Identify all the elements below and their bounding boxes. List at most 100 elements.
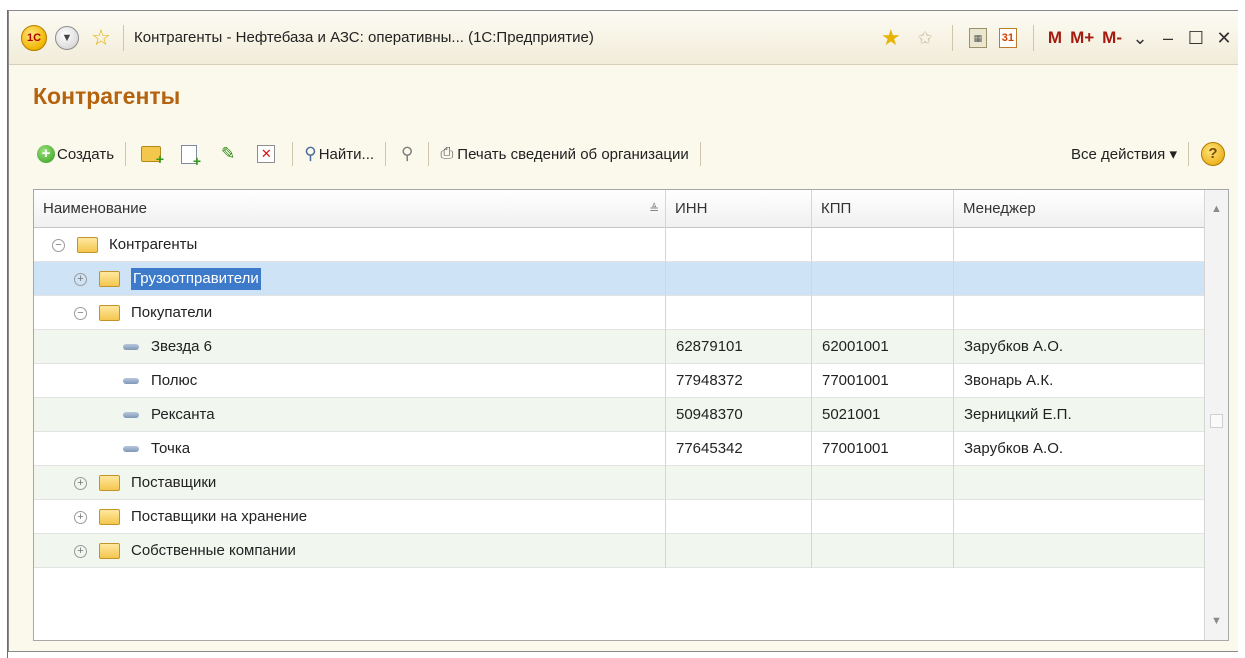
all-actions-menu[interactable]: Все действия ▾ — [1071, 139, 1177, 169]
inn-cell — [666, 466, 812, 500]
column-header-inn[interactable]: ИНН — [666, 190, 812, 228]
table-row[interactable]: Полюс 77948372 77001001 Звонарь А.К. — [34, 364, 1205, 398]
app-window: 1С ▼ ☆ Контрагенты - Нефтебаза и АЗС: оп… — [8, 10, 1238, 652]
inn-cell — [666, 296, 812, 330]
favorite-disabled-icon[interactable]: ✩ — [914, 27, 936, 49]
row-name: Поставщики — [131, 474, 217, 491]
column-header-manager[interactable]: Менеджер — [954, 190, 1205, 228]
expand-icon[interactable]: + — [74, 272, 87, 286]
scroll-thumb[interactable] — [1210, 414, 1223, 428]
name-cell: Точка — [34, 432, 666, 466]
table-header: Наименование ≜ ИНН КПП Менеджер — [34, 190, 1205, 228]
window-title: Контрагенты - Нефтебаза и АЗС: оперативн… — [134, 29, 594, 46]
folder-add-icon — [141, 146, 164, 167]
item-icon — [123, 446, 139, 452]
manager-cell: Зарубков А.О. — [964, 440, 1064, 457]
calculator-icon[interactable]: ▦ — [968, 28, 987, 48]
kpp-cell: 62001001 — [812, 330, 954, 364]
scroll-down-icon[interactable]: ▼ — [1205, 602, 1228, 640]
edit-button[interactable]: ✎ — [209, 140, 247, 168]
pencil-icon: ✎ — [221, 144, 236, 163]
favorites-star-icon[interactable]: ☆ — [89, 26, 113, 50]
create-button[interactable]: + Создать — [33, 140, 118, 168]
inn-cell: 77948372 — [666, 364, 812, 398]
folder-icon — [99, 509, 120, 525]
menu-dropdown-icon[interactable]: ▼ — [55, 25, 79, 50]
item-icon — [123, 412, 139, 418]
row-name: Точка — [151, 440, 191, 457]
find-button-label: Найти... — [318, 145, 375, 163]
titlebar-right-controls: ★ ✩ ▦ 31 M M+ M- ⌄ – ☐ ✕ — [874, 11, 1238, 65]
kpp-cell: 77001001 — [812, 364, 954, 398]
titlebar-separator — [1032, 25, 1034, 51]
titlebar-dropdown-icon[interactable]: ⌄ — [1126, 23, 1154, 53]
toolbar-separator — [385, 142, 387, 166]
folder-icon — [99, 271, 120, 287]
folder-icon — [99, 543, 120, 559]
create-folder-button[interactable] — [133, 140, 169, 168]
row-name: Собственные компании — [131, 542, 296, 559]
table-row[interactable]: Рексанта 50948370 5021001 Зерницкий Е.П. — [34, 398, 1205, 432]
manager-cell — [954, 296, 1205, 330]
kpp-cell: 5021001 — [812, 398, 954, 432]
print-button-label: Печать сведений об организации — [457, 145, 689, 163]
name-cell: + Собственные компании — [34, 534, 666, 568]
column-header-kpp[interactable]: КПП — [812, 190, 954, 228]
find-button[interactable]: ⚲ Найти... — [300, 140, 378, 168]
minimize-icon[interactable]: – — [1154, 23, 1182, 53]
inn-cell — [666, 500, 812, 534]
name-cell: − Контрагенты — [34, 228, 666, 262]
item-icon — [123, 344, 139, 350]
left-edge — [0, 0, 8, 658]
kpp-cell — [812, 500, 954, 534]
logo-1c-icon[interactable]: 1С — [21, 24, 47, 51]
print-org-info-button[interactable]: ⎙ Печать сведений об организации — [436, 140, 692, 168]
manager-cell: Звонарь А.К. — [964, 372, 1054, 389]
help-icon[interactable]: ? — [1201, 142, 1225, 166]
cancel-search-button[interactable]: ⚲ — [393, 140, 421, 168]
column-header-label: Наименование — [43, 200, 147, 217]
printer-icon: ⎙ — [440, 145, 454, 162]
copy-button[interactable] — [169, 140, 209, 169]
command-toolbar: + Создать ✎ ✕ ⚲ Найти... ⚲ ⎙ Печать свед… — [33, 139, 1229, 169]
collapse-icon[interactable]: − — [52, 238, 65, 252]
inn-cell: 50948370 — [666, 398, 812, 432]
manager-cell — [954, 534, 1205, 568]
close-icon[interactable]: ✕ — [1210, 23, 1238, 53]
expand-icon[interactable]: + — [74, 476, 87, 490]
table-row[interactable]: − Покупатели — [34, 296, 1205, 330]
collapse-icon[interactable]: − — [74, 306, 87, 320]
row-name: Поставщики на хранение — [131, 508, 308, 525]
name-cell: + Поставщики — [34, 466, 666, 500]
table-row[interactable]: Звезда 6 62879101 62001001 Зарубков А.О. — [34, 330, 1205, 364]
toolbar-separator — [1188, 142, 1189, 166]
delete-mark-button[interactable]: ✕ — [247, 140, 285, 168]
row-name: Покупатели — [131, 304, 213, 321]
titlebar-separator — [951, 25, 953, 51]
table-row[interactable]: − Контрагенты — [34, 228, 1205, 262]
memory-minus-button[interactable]: M- — [1102, 28, 1122, 48]
memory-plus-button[interactable]: M+ — [1070, 28, 1094, 48]
add-favorite-star-icon[interactable]: ★ — [880, 25, 902, 50]
calendar-icon[interactable]: 31 — [998, 28, 1017, 48]
expand-icon[interactable]: + — [74, 510, 87, 524]
kpp-cell: 77001001 — [812, 432, 954, 466]
table-row-selected[interactable]: + Грузоотправители — [34, 262, 1205, 296]
table-row[interactable]: + Поставщики — [34, 466, 1205, 500]
table-row[interactable]: + Поставщики на хранение — [34, 500, 1205, 534]
maximize-icon[interactable]: ☐ — [1182, 23, 1210, 53]
scroll-up-icon[interactable]: ▲ — [1205, 190, 1228, 228]
sort-asc-icon: ≜ — [648, 202, 659, 216]
table-row[interactable]: Точка 77645342 77001001 Зарубков А.О. — [34, 432, 1205, 466]
memory-m-button[interactable]: M — [1048, 28, 1062, 48]
column-header-name[interactable]: Наименование ≜ — [34, 190, 666, 228]
vertical-scrollbar[interactable]: ▲ ▼ — [1204, 190, 1228, 640]
inn-cell — [666, 534, 812, 568]
table-row[interactable]: + Собственные компании — [34, 534, 1205, 568]
expand-icon[interactable]: + — [74, 544, 87, 558]
create-button-label: Создать — [57, 145, 115, 163]
manager-cell — [954, 228, 1205, 262]
delete-icon: ✕ — [257, 145, 276, 163]
name-cell: − Покупатели — [34, 296, 666, 330]
kpp-cell — [812, 466, 954, 500]
